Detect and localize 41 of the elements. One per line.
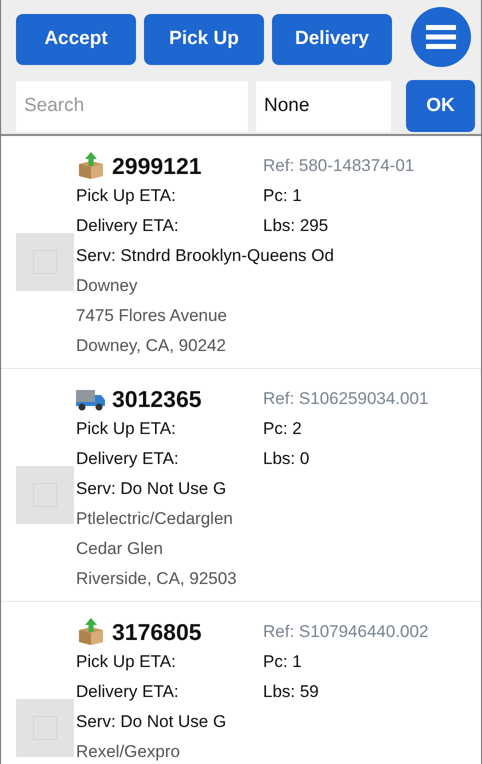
weight-text: Lbs: 0: [263, 448, 310, 470]
pickup-eta-label: Pick Up ETA:: [76, 418, 177, 440]
address-line: Cedar Glen: [76, 538, 164, 560]
address-line: Riverside, CA, 92503: [76, 568, 238, 590]
checkbox[interactable]: [16, 466, 74, 524]
service-text: Serv: Do Not Use G: [76, 711, 228, 733]
delivery-eta-label: Delivery ETA:: [76, 681, 180, 703]
pickup-eta-label: Pick Up ETA:: [76, 185, 177, 207]
checkbox[interactable]: [16, 233, 74, 291]
box-arrow-icon: [76, 152, 106, 180]
ok-button[interactable]: OK: [406, 80, 475, 132]
address-line: Downey, CA, 90242: [76, 335, 227, 357]
menu-icon: [426, 25, 456, 49]
checkbox[interactable]: [16, 699, 74, 757]
reference-number: Ref: 580-148374-01: [263, 156, 416, 176]
pieces-text: Pc: 2: [263, 418, 303, 440]
service-text: Serv: Stndrd Brooklyn-Queens Od: [76, 245, 335, 267]
order-number: 3012365: [112, 386, 202, 412]
order-number: 3176805: [112, 618, 202, 646]
action-button[interactable]: Delivery: [272, 14, 392, 64]
pickup-eta-label: Pick Up ETA:: [76, 651, 177, 673]
box-arrow-icon: [76, 618, 106, 646]
address-line: Rexel/Gexpro: [76, 741, 181, 763]
action-button[interactable]: Pick Up: [144, 14, 264, 64]
address-line: Ptlelectric/Cedarglen: [76, 508, 234, 530]
weight-text: Lbs: 59: [263, 681, 320, 703]
action-button[interactable]: Accept: [16, 14, 136, 64]
order-number: 2999121: [112, 152, 202, 180]
filter-dropdown[interactable]: None: [256, 80, 391, 132]
reference-number: Ref: S107946440.002: [263, 622, 430, 642]
delivery-eta-label: Delivery ETA:: [76, 215, 180, 237]
pieces-text: Pc: 1: [263, 185, 303, 207]
truck-icon: [76, 387, 106, 411]
delivery-eta-label: Delivery ETA:: [76, 448, 180, 470]
address-line: Downey: [76, 275, 138, 297]
pieces-text: Pc: 1: [263, 651, 303, 673]
search-field[interactable]: Search: [16, 80, 248, 132]
service-text: Serv: Do Not Use G: [76, 478, 228, 500]
reference-number: Ref: S106259034.001: [263, 389, 430, 409]
weight-text: Lbs: 295: [263, 215, 330, 237]
address-line: 7475 Flores Avenue: [76, 305, 228, 327]
